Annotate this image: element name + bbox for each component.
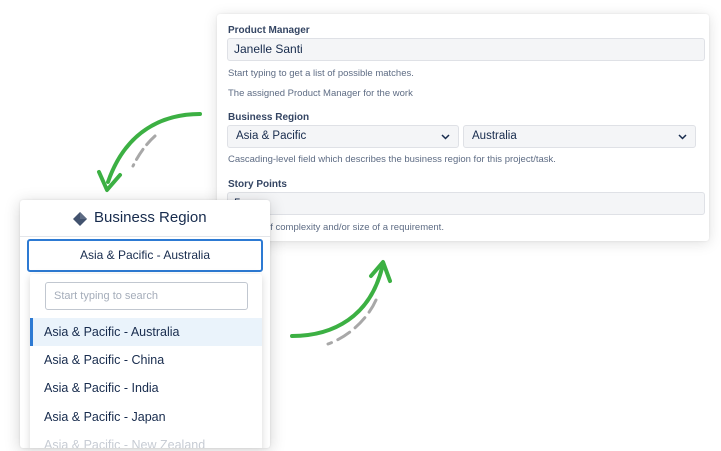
product-manager-input[interactable]: Janelle Santi	[227, 38, 705, 61]
custom-fields-form: Product Manager Janelle Santi Start typi…	[217, 14, 709, 241]
diamond-icon	[73, 212, 87, 226]
option-asia-pacific-india[interactable]: Asia & Pacific - India	[30, 374, 262, 402]
region-dropdown-trigger[interactable]: Asia & Pacific - Australia	[27, 239, 263, 272]
option-asia-pacific-japan[interactable]: Asia & Pacific - Japan	[30, 403, 262, 431]
option-asia-pacific-australia[interactable]: Asia & Pacific - Australia	[30, 318, 262, 346]
option-asia-pacific-new-zealand[interactable]: Asia & Pacific - New Zealand	[30, 431, 262, 448]
chevron-down-icon	[441, 134, 450, 140]
story-points-label: Story Points	[228, 179, 287, 190]
story-points-input[interactable]: 5	[227, 192, 705, 215]
region-select-value: Asia & Pacific	[236, 130, 307, 142]
product-manager-label: Product Manager	[228, 25, 310, 36]
region-select[interactable]: Asia & Pacific	[227, 125, 459, 148]
picker-title: Business Region	[94, 209, 207, 226]
chevron-down-icon	[678, 134, 687, 140]
picker-header: Business Region	[20, 200, 270, 237]
business-region-picker: Business Region Asia & Pacific - Austral…	[20, 200, 270, 448]
region-options-menu: Asia & Pacific - Australia Asia & Pacifi…	[30, 274, 262, 448]
region-search-input[interactable]	[45, 282, 248, 310]
business-region-help: Cascading-level field which describes th…	[228, 154, 556, 165]
business-region-label: Business Region	[228, 112, 310, 123]
country-select-value: Australia	[472, 130, 517, 142]
product-manager-description: The assigned Product Manager for the wor…	[228, 88, 413, 99]
curved-arrow-right-icon	[290, 260, 392, 346]
product-manager-help: Start typing to get a list of possible m…	[228, 68, 414, 79]
curved-arrow-left-icon	[97, 112, 202, 192]
country-select[interactable]: Australia	[463, 125, 696, 148]
option-asia-pacific-china[interactable]: Asia & Pacific - China	[30, 346, 262, 374]
